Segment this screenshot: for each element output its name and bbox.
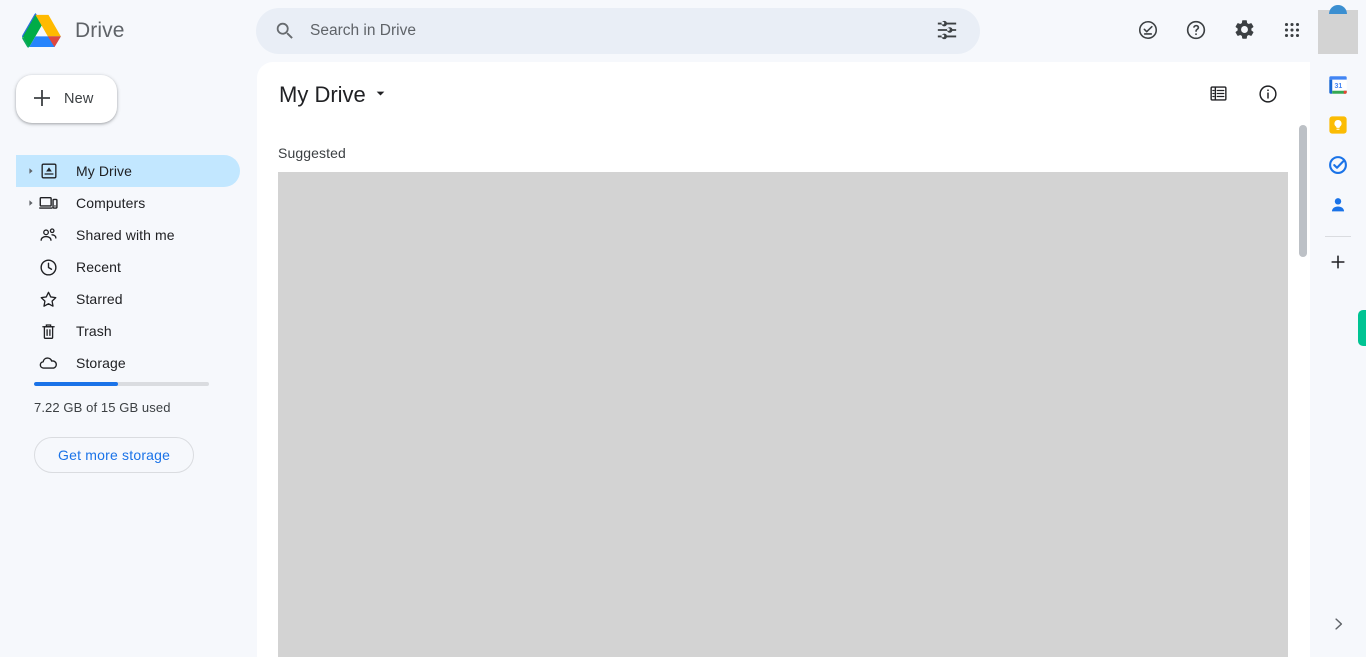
sidebar-item-shared-with-me[interactable]: Shared with me <box>16 219 240 251</box>
suggested-content-placeholder <box>278 172 1288 657</box>
new-button-label: New <box>64 91 94 107</box>
content-header: My Drive <box>257 62 1311 126</box>
cloud-icon <box>38 353 59 374</box>
tune-filter-icon <box>936 19 958 44</box>
search-filter-button[interactable] <box>928 12 966 50</box>
google-contacts-button[interactable] <box>1318 186 1358 226</box>
list-view-button[interactable] <box>1199 76 1237 114</box>
rail-top-placeholder <box>1318 5 1358 54</box>
my-drive-icon <box>38 161 59 181</box>
google-keep-button[interactable] <box>1318 106 1358 146</box>
computers-icon <box>38 193 59 214</box>
plus-icon <box>30 86 54 113</box>
google-keep-icon <box>1327 114 1349 139</box>
get-more-storage-button[interactable]: Get more storage <box>34 437 195 473</box>
google-apps-button[interactable] <box>1273 12 1311 50</box>
google-drive-logo-icon <box>22 13 62 49</box>
chevron-down-icon <box>375 86 386 104</box>
settings-button[interactable] <box>1225 12 1263 50</box>
sidebar-item-trash[interactable]: Trash <box>16 315 240 347</box>
sidebar-item-label: Trash <box>76 323 112 339</box>
sidebar-item-starred[interactable]: Starred <box>16 283 240 315</box>
search-bar[interactable] <box>256 8 980 54</box>
content-scrollbar[interactable] <box>1297 125 1309 657</box>
content-scrollbar-thumb[interactable] <box>1299 125 1307 257</box>
add-apps-icon <box>1327 251 1349 276</box>
expand-triangle-icon[interactable] <box>26 167 36 175</box>
svg-text:31: 31 <box>1334 82 1342 89</box>
accent-side-tab[interactable] <box>1358 310 1366 346</box>
page-title-dropdown[interactable]: My Drive <box>277 80 392 110</box>
expand-side-panel-button[interactable] <box>1318 605 1358 645</box>
help-button[interactable] <box>1177 12 1215 50</box>
google-contacts-icon <box>1327 194 1349 219</box>
expand-triangle-icon[interactable] <box>26 199 36 207</box>
clock-icon <box>38 257 59 278</box>
details-info-button[interactable] <box>1249 76 1287 114</box>
sidebar-item-recent[interactable]: Recent <box>16 251 240 283</box>
main-content-panel: My Drive Suggested <box>257 62 1311 657</box>
search-input[interactable] <box>310 22 928 40</box>
sidebar-nav-list: My Drive Computers Shared with me Recent… <box>0 155 256 379</box>
sidebar-item-label: Shared with me <box>76 227 175 243</box>
sidebar-item-label: Storage <box>76 355 126 371</box>
new-button[interactable]: New <box>16 75 117 123</box>
google-apps-grid-icon <box>1281 19 1303 44</box>
sidebar-item-label: My Drive <box>76 163 133 179</box>
sidebar: New My Drive Computers Shared with me Re… <box>0 62 256 657</box>
suggested-section-label: Suggested <box>278 145 346 161</box>
google-tasks-button[interactable] <box>1318 146 1358 186</box>
settings-gear-icon <box>1233 18 1256 44</box>
add-apps-button[interactable] <box>1318 243 1358 283</box>
page-title: My Drive <box>279 82 366 107</box>
sidebar-item-my-drive[interactable]: My Drive <box>16 155 240 187</box>
info-icon <box>1257 83 1279 108</box>
star-icon <box>38 289 59 310</box>
storage-section: 7.22 GB of 15 GB used Get more storage <box>34 382 234 473</box>
sidebar-item-label: Starred <box>76 291 123 307</box>
top-bar-actions <box>1129 12 1311 50</box>
offline-status-icon <box>1137 19 1159 44</box>
content-header-actions <box>1199 76 1287 114</box>
offline-status-button[interactable] <box>1129 12 1167 50</box>
google-calendar-icon: 31 <box>1327 74 1349 99</box>
brand-name: Drive <box>75 19 125 42</box>
sidebar-item-storage[interactable]: Storage <box>16 347 240 379</box>
sidebar-item-label: Computers <box>76 195 146 211</box>
google-tasks-icon <box>1327 154 1349 179</box>
trash-icon <box>38 321 59 342</box>
storage-meter-fill <box>34 382 118 386</box>
storage-meter <box>34 382 209 386</box>
chevron-right-icon <box>1329 615 1347 636</box>
sidebar-item-label: Recent <box>76 259 121 275</box>
help-icon <box>1185 19 1207 44</box>
shared-with-me-icon <box>38 225 59 246</box>
side-panel-rail: 31 <box>1310 0 1366 657</box>
brand[interactable]: Drive <box>22 13 125 49</box>
sidebar-item-computers[interactable]: Computers <box>16 187 240 219</box>
top-bar: Drive <box>0 0 1311 62</box>
drive-app-window: Drive Search in Drive New My Drive Compu… <box>0 0 1366 657</box>
list-view-icon <box>1208 83 1229 107</box>
storage-usage-text: 7.22 GB of 15 GB used <box>34 400 171 415</box>
search-icon <box>274 20 296 42</box>
rail-divider <box>1325 236 1351 237</box>
google-calendar-button[interactable]: 31 <box>1318 66 1358 106</box>
